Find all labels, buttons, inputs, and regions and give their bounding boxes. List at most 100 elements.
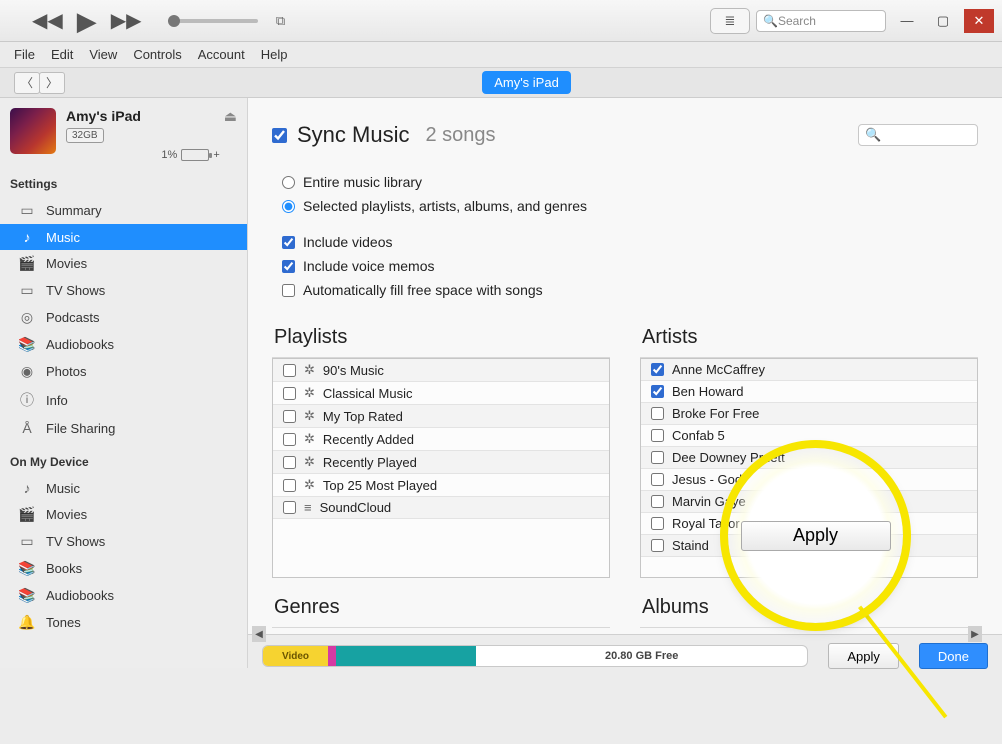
opt-entire-library[interactable]: Entire music library	[282, 170, 968, 194]
artist-label: Confab 5	[672, 428, 725, 443]
gear-icon: ✲	[304, 408, 315, 424]
playback-controls: ◀◀ ▶ ▶▶	[0, 8, 258, 34]
gear-icon: ✲	[304, 477, 315, 493]
minimize-button[interactable]: —	[892, 9, 922, 33]
sync-music-checkbox[interactable]	[272, 128, 287, 143]
ondevice-item-tones[interactable]: 🔔Tones	[0, 609, 247, 636]
sync-options: Entire music library Selected playlists,…	[248, 170, 1002, 320]
forward-button[interactable]: 〉	[39, 72, 65, 94]
artist-checkbox[interactable]	[651, 363, 664, 376]
ondevice-item-movies[interactable]: 🎬Movies	[0, 501, 247, 528]
artist-checkbox[interactable]	[651, 539, 664, 552]
play-icon[interactable]: ▶	[77, 8, 97, 34]
sidebar-item-podcasts[interactable]: ◎Podcasts	[0, 304, 247, 331]
playlist-checkbox[interactable]	[283, 479, 296, 492]
device-pill[interactable]: Amy's iPad	[482, 71, 571, 94]
done-button[interactable]: Done	[919, 643, 988, 669]
sidebar-item-photos[interactable]: ◉ Photos	[0, 358, 247, 385]
playlist-row[interactable]: ✲ Top 25 Most Played	[273, 474, 609, 497]
maximize-button[interactable]: ▢	[928, 9, 958, 33]
artists-header: Artists	[640, 320, 978, 358]
sidebar-item-label: Music	[46, 230, 80, 245]
playlist-checkbox[interactable]	[283, 501, 296, 514]
playlist-label: Top 25 Most Played	[323, 478, 437, 493]
volume-slider[interactable]	[168, 19, 258, 23]
search-input[interactable]: 🔍 Search	[756, 10, 886, 32]
playlist-row[interactable]: ✲90's Music	[273, 359, 609, 382]
playlist-checkbox[interactable]	[283, 364, 296, 377]
playlist-checkbox[interactable]	[283, 433, 296, 446]
playlists-header: Playlists	[272, 320, 610, 358]
playlist-row[interactable]: ✲Recently Added	[273, 428, 609, 451]
playlist-row[interactable]: ✲Recently Played	[273, 451, 609, 474]
eject-icon[interactable]: ⏏	[224, 108, 237, 125]
sidebar-item-movies[interactable]: 🎬Movies	[0, 250, 247, 277]
sidebar-item-label: Photos	[46, 364, 86, 379]
playlist-checkbox[interactable]	[283, 410, 296, 423]
ondevice-header: On My Device	[0, 451, 247, 475]
sidebar-item-tv-shows[interactable]: ▭TV Shows	[0, 277, 247, 304]
artist-row[interactable]: Confab 5	[641, 425, 977, 447]
battery-percent: 1%	[161, 149, 177, 161]
sidebar-item-summary[interactable]: ▭Summary	[0, 197, 247, 224]
artist-checkbox[interactable]	[651, 451, 664, 464]
content-search-input[interactable]: 🔍	[858, 124, 978, 146]
artist-checkbox[interactable]	[651, 495, 664, 508]
prev-icon[interactable]: ◀◀	[32, 11, 63, 31]
sidebar-item-music[interactable]: ♪Music	[0, 224, 247, 250]
callout-circle: Apply	[728, 448, 903, 623]
ondevice-item-books[interactable]: 📚Books	[0, 555, 247, 582]
sidebar-icon: ⓘ	[18, 390, 36, 410]
menu-file[interactable]: File	[14, 47, 35, 62]
sidebar-item-label: Tones	[46, 615, 81, 630]
autofill-checkbox[interactable]: Automatically fill free space with songs	[282, 278, 968, 302]
artist-row[interactable]: Broke For Free	[641, 403, 977, 425]
playlist-row[interactable]: ✲ My Top Rated	[273, 405, 609, 428]
storage-bar: Video 20.80 GB Free	[262, 645, 808, 667]
artist-row[interactable]: Anne McCaffrey	[641, 359, 977, 381]
artist-checkbox[interactable]	[651, 517, 664, 530]
include-videos-checkbox[interactable]: Include videos	[282, 230, 968, 254]
menu-account[interactable]: Account	[198, 47, 245, 62]
playlist-label: Classical Music	[323, 386, 413, 401]
sidebar-item-info[interactable]: ⓘInfo	[0, 385, 247, 415]
artist-label: Ben Howard	[672, 384, 744, 399]
artist-checkbox[interactable]	[651, 407, 664, 420]
sidebar-item-label: File Sharing	[46, 421, 115, 436]
sidebar-item-audiobooks[interactable]: 📚Audiobooks	[0, 331, 247, 358]
artist-checkbox[interactable]	[651, 429, 664, 442]
include-memos-checkbox[interactable]: Include voice memos	[282, 254, 968, 278]
ondevice-item-music[interactable]: ♪Music	[0, 475, 247, 501]
scroll-left-icon[interactable]: ◀	[252, 626, 266, 642]
playlists-list[interactable]: ✲90's Music✲Classical Music✲My Top Rated…	[272, 358, 610, 578]
gear-icon: ✲	[304, 362, 315, 378]
storage-video-segment: Video	[263, 646, 328, 666]
gear-icon: ✲	[304, 454, 315, 470]
opt-selected[interactable]: Selected playlists, artists, albums, and…	[282, 194, 968, 218]
sidebar-item-file-sharing[interactable]: ÅFile Sharing	[0, 415, 247, 441]
playlist-row[interactable]: ✲Classical Music	[273, 382, 609, 405]
artist-checkbox[interactable]	[651, 385, 664, 398]
playlist-row[interactable]: ≡SoundCloud	[273, 497, 609, 519]
next-icon[interactable]: ▶▶	[111, 11, 142, 31]
playlist-label: My Top Rated	[323, 409, 403, 424]
playlist-checkbox[interactable]	[283, 456, 296, 469]
playlist-checkbox[interactable]	[283, 387, 296, 400]
menu-edit[interactable]: Edit	[51, 47, 73, 62]
back-button[interactable]: 〈	[14, 72, 40, 94]
menu-controls[interactable]: Controls	[133, 47, 181, 62]
ondevice-item-audiobooks[interactable]: 📚Audiobooks	[0, 582, 247, 609]
sidebar-icon: 📚	[18, 560, 36, 577]
miniplayer-icon[interactable]: ⧉	[266, 7, 296, 35]
sidebar-icon: ◉	[18, 363, 36, 380]
artist-checkbox[interactable]	[651, 473, 664, 486]
sidebar-icon: 🎬	[18, 506, 36, 523]
menu-view[interactable]: View	[89, 47, 117, 62]
close-button[interactable]: ✕	[964, 9, 994, 33]
scroll-right-icon[interactable]: ▶	[968, 626, 982, 642]
artist-row[interactable]: Ben Howard	[641, 381, 977, 403]
menu-help[interactable]: Help	[261, 47, 288, 62]
sidebar: Amy's iPad 32GB 1% + ⏏ Settings ▭Summary…	[0, 98, 248, 668]
ondevice-item-tv-shows[interactable]: ▭TV Shows	[0, 528, 247, 555]
list-view-button[interactable]: ≣	[710, 8, 750, 34]
